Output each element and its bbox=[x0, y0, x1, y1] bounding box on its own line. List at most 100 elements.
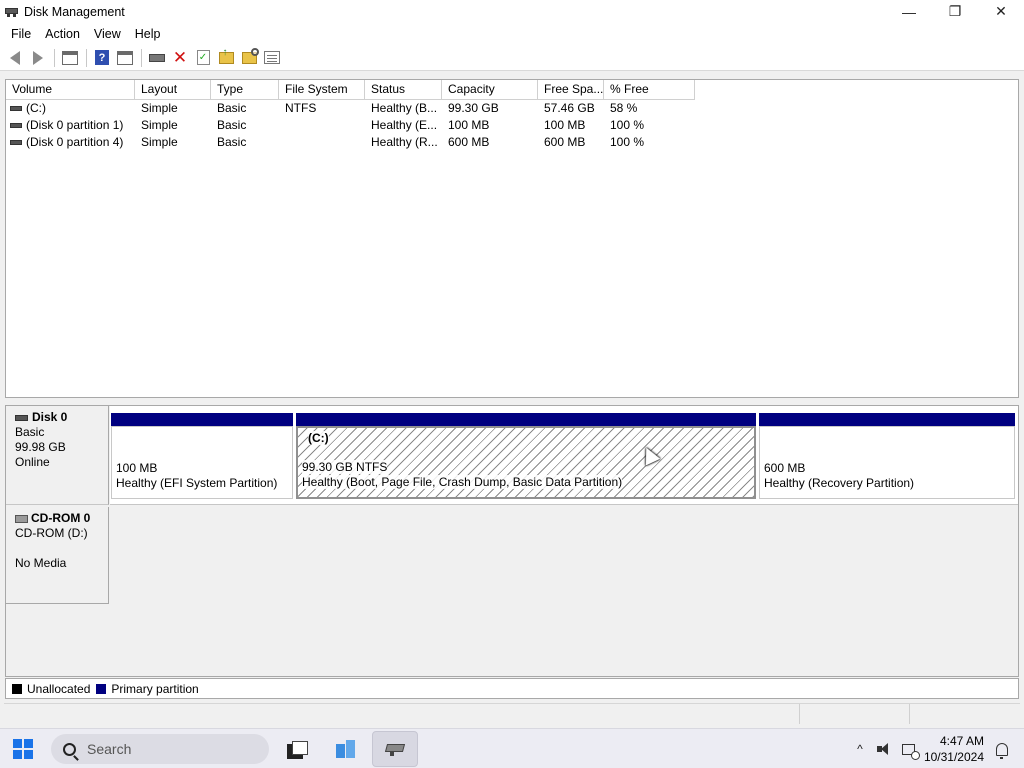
show-hide-console-tree-button[interactable] bbox=[59, 47, 81, 69]
menu-view[interactable]: View bbox=[87, 23, 128, 45]
folder-search-icon bbox=[241, 47, 259, 64]
menu-action[interactable]: Action bbox=[38, 23, 87, 45]
table-row[interactable]: (Disk 0 partition 1) Simple Basic Health… bbox=[6, 117, 1018, 134]
bell-icon bbox=[996, 742, 1008, 759]
properties-button[interactable] bbox=[114, 47, 136, 69]
cell-capacity: 600 MB bbox=[448, 135, 490, 149]
taskbar-search[interactable]: Search bbox=[51, 734, 269, 764]
volume-icon[interactable] bbox=[872, 729, 896, 768]
column-header-free-space[interactable]: Free Spa... bbox=[538, 80, 604, 100]
taskbar: Search ^ 4:47 AM 10/31/2024 bbox=[0, 728, 1024, 768]
disk-management-taskbar-button[interactable] bbox=[372, 731, 418, 767]
windows-logo-icon bbox=[13, 739, 22, 748]
explore-button[interactable] bbox=[238, 47, 260, 69]
maximize-button[interactable]: ❐ bbox=[932, 0, 978, 23]
cdrom-drive-letter: CD-ROM (D:) bbox=[15, 526, 88, 540]
open-folder-button[interactable]: ↑ bbox=[215, 47, 237, 69]
help-icon: ? bbox=[95, 50, 109, 65]
folder-up-icon: ↑ bbox=[218, 47, 234, 64]
volume-drive-icon bbox=[10, 106, 22, 111]
partition-efi[interactable]: 100 MB Healthy (EFI System Partition) bbox=[111, 413, 293, 499]
properties-icon bbox=[117, 50, 133, 65]
disk-management-app-icon bbox=[4, 4, 20, 20]
cell-capacity: 100 MB bbox=[448, 118, 490, 132]
connect-virtual-disk-button[interactable] bbox=[146, 47, 168, 69]
cdrom-0-area bbox=[110, 507, 1018, 604]
network-icon[interactable] bbox=[896, 729, 920, 768]
hard-disk-icon bbox=[15, 414, 28, 421]
menu-file[interactable]: File bbox=[4, 23, 38, 45]
column-header-type[interactable]: Type bbox=[211, 80, 279, 100]
status-bar bbox=[4, 703, 1020, 724]
task-view-button[interactable] bbox=[274, 731, 320, 767]
table-row[interactable]: (Disk 0 partition 4) Simple Basic Health… bbox=[6, 134, 1018, 151]
partition-size: 99.30 GB NTFS bbox=[302, 460, 388, 474]
search-placeholder: Search bbox=[87, 741, 132, 757]
volume-list[interactable]: Volume Layout Type File System Status Ca… bbox=[5, 79, 1019, 398]
cell-capacity: 99.30 GB bbox=[448, 101, 499, 115]
server-manager-icon bbox=[336, 740, 356, 758]
help-button[interactable]: ? bbox=[91, 47, 113, 69]
cell-volume: (Disk 0 partition 4) bbox=[6, 134, 135, 151]
minimize-button[interactable]: — bbox=[886, 0, 932, 23]
show-hidden-icons-button[interactable]: ^ bbox=[848, 729, 872, 768]
disk-map: Disk 0 Basic 99.98 GB Online 100 MB Heal… bbox=[5, 405, 1019, 677]
volume-drive-icon bbox=[10, 123, 22, 128]
start-button[interactable] bbox=[13, 739, 33, 759]
cell-volume: (C:) bbox=[6, 100, 135, 117]
back-arrow-icon bbox=[10, 50, 20, 65]
partition-c-drive[interactable]: (C:) 99.30 GB NTFS Healthy (Boot, Page F… bbox=[296, 413, 756, 499]
clock[interactable]: 4:47 AM 10/31/2024 bbox=[920, 733, 984, 765]
cell-percent-free: 100 % bbox=[610, 118, 645, 132]
window-title: Disk Management bbox=[24, 4, 125, 19]
partition-label: (C:) bbox=[308, 431, 329, 445]
disk-0-state: Online bbox=[15, 455, 50, 469]
cell-status: Healthy (E... bbox=[371, 118, 438, 132]
cell-status: Healthy (B... bbox=[371, 101, 438, 115]
partition-status: Healthy (EFI System Partition) bbox=[116, 476, 278, 490]
column-header-volume[interactable]: Volume bbox=[6, 80, 135, 100]
list-view-button[interactable] bbox=[261, 47, 283, 69]
back-button[interactable] bbox=[4, 47, 26, 69]
forward-arrow-icon bbox=[33, 50, 43, 65]
primary-partition-bar bbox=[296, 413, 756, 426]
task-view-icon bbox=[287, 741, 308, 759]
notifications-button[interactable] bbox=[990, 729, 1014, 768]
unallocated-swatch bbox=[12, 683, 22, 694]
cdrom-icon bbox=[15, 514, 28, 523]
status-segment bbox=[910, 704, 1018, 724]
disk-0-partitions: 100 MB Healthy (EFI System Partition) (C… bbox=[110, 406, 1018, 505]
menu-help[interactable]: Help bbox=[128, 23, 168, 45]
status-segment bbox=[4, 704, 800, 724]
cell-file-system bbox=[279, 117, 365, 134]
close-button[interactable]: ✕ bbox=[978, 0, 1024, 23]
cell-layout: Simple bbox=[141, 118, 178, 132]
cell-layout: Simple bbox=[141, 101, 178, 115]
cell-percent-free: 100 % bbox=[610, 135, 645, 149]
column-header-layout[interactable]: Layout bbox=[135, 80, 211, 100]
forward-button[interactable] bbox=[27, 47, 49, 69]
check-button[interactable]: ✓ bbox=[192, 47, 214, 69]
cell-volume: (Disk 0 partition 1) bbox=[6, 117, 135, 134]
partition-recovery[interactable]: 600 MB Healthy (Recovery Partition) bbox=[759, 413, 1015, 499]
menu-bar: File Action View Help bbox=[0, 23, 1024, 45]
search-icon bbox=[63, 742, 76, 756]
cell-status: Healthy (R... bbox=[371, 135, 438, 149]
table-row[interactable]: (C:) Simple Basic NTFS Healthy (B... 99.… bbox=[6, 100, 1018, 117]
column-header-status[interactable]: Status bbox=[365, 80, 442, 100]
disk-0-label[interactable]: Disk 0 Basic 99.98 GB Online bbox=[6, 406, 109, 505]
primary-partition-bar bbox=[111, 413, 293, 426]
primary-partition-swatch bbox=[96, 683, 107, 694]
list-icon bbox=[264, 51, 280, 64]
cdrom-0-label[interactable]: CD-ROM 0 CD-ROM (D:) No Media bbox=[6, 507, 109, 604]
cell-layout: Simple bbox=[141, 135, 178, 149]
column-header-file-system[interactable]: File System bbox=[279, 80, 365, 100]
server-manager-button[interactable] bbox=[323, 731, 369, 767]
toolbar: ? ✕ ✓ ↑ bbox=[0, 45, 1024, 71]
toolbar-separator bbox=[86, 48, 87, 67]
column-header-percent-free[interactable]: % Free bbox=[604, 80, 695, 100]
legend-primary-partition: Primary partition bbox=[96, 682, 199, 696]
column-header-capacity[interactable]: Capacity bbox=[442, 80, 538, 100]
selected-partition-hatch: (C:) 99.30 GB NTFS Healthy (Boot, Page F… bbox=[296, 426, 756, 499]
delete-button[interactable]: ✕ bbox=[169, 47, 191, 69]
